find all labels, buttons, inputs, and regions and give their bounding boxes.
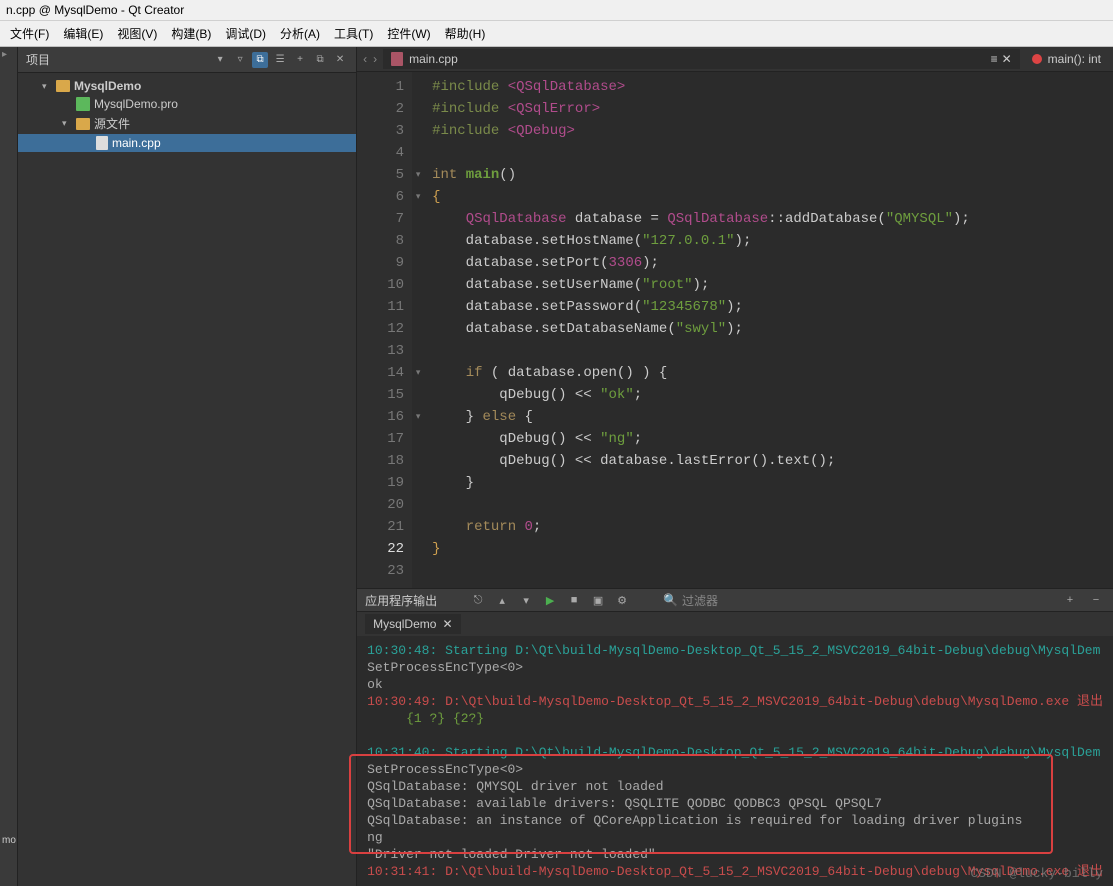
editor-area: ‹ › main.cpp ≡ ✕ main(): int 12345678910… [357,47,1113,886]
output-tab-mysqldemo[interactable]: MysqlDemo ✕ [365,614,460,634]
stop-icon[interactable]: ■ [565,591,583,609]
output-line: QSqlDatabase: QMYSQL driver not loaded [367,778,1103,795]
symbol-label: main(): int [1048,52,1101,66]
output-tab-close-icon[interactable]: ✕ [442,617,452,631]
window-title: n.cpp @ MysqlDemo - Qt Creator [6,3,184,17]
project-tree: ▾ MysqlDemo MysqlDemo.pro ▾ 源文件 main.cpp [18,73,356,156]
menu-item[interactable]: 编辑(E) [57,23,109,44]
attach-icon[interactable]: ▣ [589,591,607,609]
tree-view-icon[interactable]: ☰ [272,52,288,68]
zoom-out-icon[interactable]: − [1087,591,1105,609]
output-line: SetProcessEncType<0> [367,761,1103,778]
expand-arrow-icon[interactable]: ▾ [42,81,52,92]
watermark: CSDN @lucky-billy [970,865,1103,882]
tree-file-main[interactable]: main.cpp [18,134,356,152]
code-content[interactable]: #include <QSqlDatabase>#include <QSqlErr… [424,72,1113,588]
split-icon[interactable]: ⧉ [312,52,328,68]
tree-sources-label: 源文件 [94,115,130,132]
tree-sources-folder[interactable]: ▾ 源文件 [18,113,356,134]
project-panel-toolbar: ▾ ▿ ⧉ ☰ + ⧉ ✕ [212,52,348,68]
output-line: ok [367,676,1103,693]
output-line [367,727,1103,744]
fold-column[interactable]: ▾▾▾▾ [412,72,424,588]
output-line: "Driver not loaded Driver not loaded" [367,846,1103,863]
zoom-in-icon[interactable]: + [1061,591,1079,609]
project-panel-header: 项目 ▾ ▿ ⧉ ☰ + ⧉ ✕ [18,47,356,73]
output-header: 应用程序输出 ⎋ ▴ ▾ ▶ ■ ▣ ⚙ 🔍 过滤器 + − [357,589,1113,612]
tree-pro-label: MysqlDemo.pro [94,97,178,111]
menu-item[interactable]: 控件(W) [381,23,436,44]
menu-item[interactable]: 文件(F) [4,23,55,44]
code-editor[interactable]: 1234567891011121314151617181920212223 ▾▾… [357,72,1113,588]
qt-project-icon [76,97,90,111]
output-line: 10:31:40: Starting D:\Qt\build-MysqlDemo… [367,744,1103,761]
output-line: QSqlDatabase: an instance of QCoreApplic… [367,812,1103,829]
left-sidebar-strip[interactable]: ▸ mo [0,47,18,886]
tree-pro-file[interactable]: MysqlDemo.pro [18,95,356,113]
left-sidebar-label: mo [2,835,16,846]
tree-file-label: main.cpp [112,136,161,150]
down-arrow-icon[interactable]: ▾ [517,591,535,609]
line-gutter: 1234567891011121314151617181920212223 [357,72,412,588]
window-title-bar: n.cpp @ MysqlDemo - Qt Creator [0,0,1113,21]
tab-menu-icon[interactable]: ≡ [991,52,998,66]
file-tab-label: main.cpp [409,52,458,66]
menu-bar: 文件(F)编辑(E)视图(V)构建(B)调试(D)分析(A)工具(T)控件(W)… [0,21,1113,47]
menu-item[interactable]: 分析(A) [274,23,326,44]
output-title: 应用程序输出 [365,592,437,609]
add-icon[interactable]: + [292,52,308,68]
output-line: 10:30:48: Starting D:\Qt\build-MysqlDemo… [367,642,1103,659]
menu-item[interactable]: 帮助(H) [439,23,492,44]
output-panel: 应用程序输出 ⎋ ▴ ▾ ▶ ■ ▣ ⚙ 🔍 过滤器 + − [357,588,1113,886]
link-editor-icon[interactable]: ⧉ [252,52,268,68]
tree-project-root[interactable]: ▾ MysqlDemo [18,77,356,95]
output-toolbar: ⎋ ▴ ▾ ▶ ■ ▣ ⚙ [469,591,631,609]
folder-icon [76,118,90,130]
menu-item[interactable]: 视图(V) [111,23,163,44]
funnel-icon[interactable]: ▿ [232,52,248,68]
editor-nav: ‹ › [361,52,379,66]
up-arrow-icon[interactable]: ▴ [493,591,511,609]
menu-item[interactable]: 构建(B) [165,23,217,44]
project-panel: 项目 ▾ ▿ ⧉ ☰ + ⧉ ✕ ▾ MysqlDemo MysqlDemo.p… [18,47,357,886]
run-icon[interactable]: ▶ [541,591,559,609]
output-line: SetProcessEncType<0> [367,659,1103,676]
nav-forward-icon[interactable]: › [371,52,379,66]
project-panel-title: 项目 [26,51,50,68]
close-panel-icon[interactable]: ✕ [332,52,348,68]
output-line: QSqlDatabase: available drivers: QSQLITE… [367,795,1103,812]
output-tabs: MysqlDemo ✕ [357,612,1113,636]
tab-close-icon[interactable]: ✕ [1002,52,1012,66]
output-line: 10:30:49: D:\Qt\build-MysqlDemo-Desktop_… [367,693,1103,710]
output-filter[interactable]: 🔍 过滤器 [663,592,718,609]
editor-tab-bar: ‹ › main.cpp ≡ ✕ main(): int [357,47,1113,72]
filter-placeholder: 过滤器 [682,592,718,609]
settings-gear-icon[interactable]: ⚙ [613,591,631,609]
folder-icon [56,80,70,92]
tree-project-name: MysqlDemo [74,79,141,93]
filter-menu-icon[interactable]: ▾ [212,52,228,68]
output-tab-label: MysqlDemo [373,617,436,631]
output-line: ng [367,829,1103,846]
file-tab[interactable]: main.cpp ≡ ✕ [383,49,1020,69]
output-line: {1 ?} {2?} [367,710,1103,727]
menu-item[interactable]: 调试(D) [219,23,272,44]
symbol-combo[interactable]: main(): int [1024,52,1109,66]
expand-arrow-icon[interactable]: ▾ [62,118,72,129]
search-icon: 🔍 [663,593,678,607]
cpp-file-icon [96,136,108,150]
output-body[interactable]: 10:30:48: Starting D:\Qt\build-MysqlDemo… [357,636,1113,886]
function-icon [1032,54,1042,64]
menu-item[interactable]: 工具(T) [328,23,379,44]
nav-back-icon[interactable]: ‹ [361,52,369,66]
target-icon[interactable]: ⎋ [469,591,487,609]
cpp-file-icon [391,52,403,66]
